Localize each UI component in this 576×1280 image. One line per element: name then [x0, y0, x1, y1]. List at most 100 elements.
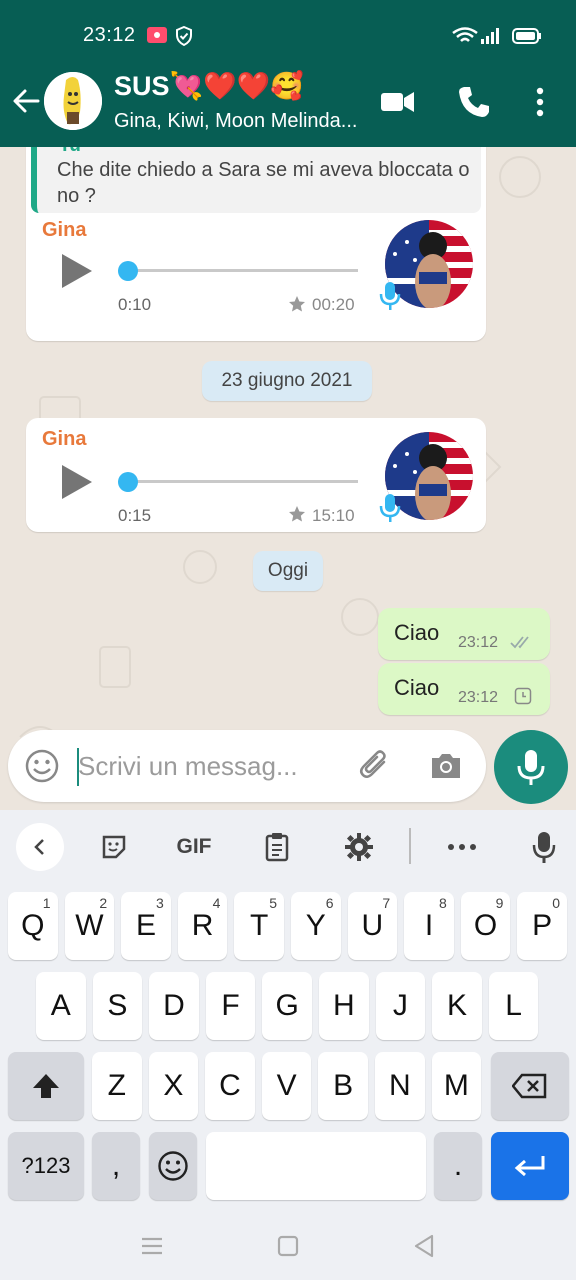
home-icon[interactable] — [274, 1232, 302, 1260]
key-m[interactable]: M — [431, 1052, 482, 1120]
sender-name: Gina — [42, 428, 87, 450]
key-v[interactable]: V — [261, 1052, 312, 1120]
key-k[interactable]: K — [432, 972, 482, 1040]
more-options-icon[interactable] — [520, 82, 560, 122]
key-t[interactable]: T5 — [234, 892, 284, 960]
mic-icon — [379, 282, 401, 310]
enter-key[interactable] — [491, 1132, 569, 1200]
shift-icon — [33, 1074, 59, 1098]
shift-key[interactable] — [8, 1052, 84, 1120]
key-y[interactable]: Y6 — [291, 892, 341, 960]
gif-button[interactable]: GIF — [170, 826, 218, 868]
key-g[interactable]: G — [262, 972, 312, 1040]
key-p[interactable]: P0 — [517, 892, 567, 960]
emoji-key[interactable] — [149, 1132, 197, 1200]
group-avatar[interactable] — [44, 72, 102, 130]
message-time: 00:20 — [312, 295, 355, 314]
key-number-hint: 8 — [438, 895, 447, 911]
key-number-hint: 6 — [325, 895, 334, 911]
voice-duration: 0:10 — [118, 295, 152, 314]
message-composer[interactable] — [8, 730, 486, 802]
key-z[interactable]: Z — [92, 1052, 142, 1120]
chat-header[interactable]: SUS💘❤️❤️🥰 Gina, Kiwi, Moon Melinda... — [0, 56, 576, 147]
message-bubble-voice-1[interactable]: Tu Che dite chiedo a Sara se mi aveva bl… — [26, 147, 486, 341]
key-s[interactable]: S — [92, 972, 143, 1040]
clock-pending-icon — [514, 687, 532, 705]
message-text: Ciao — [394, 675, 440, 700]
play-icon[interactable] — [56, 251, 96, 291]
key-number-hint: 0 — [552, 895, 560, 911]
message-bubble-voice-2[interactable]: Gina 0:15 15:10 — [26, 418, 486, 532]
period-key[interactable]: . — [434, 1132, 482, 1200]
key-n[interactable]: N — [375, 1052, 425, 1120]
group-members[interactable]: Gina, Kiwi, Moon Melinda... — [114, 110, 357, 133]
key-r[interactable]: R4 — [177, 892, 228, 960]
key-j[interactable]: J — [375, 972, 426, 1040]
key-l[interactable]: L — [488, 972, 539, 1040]
emoji-icon[interactable] — [24, 748, 60, 784]
key-d[interactable]: D — [149, 972, 199, 1040]
key-e[interactable]: E3 — [121, 892, 171, 960]
voice-progress-track[interactable] — [122, 480, 358, 483]
key-label: I — [424, 909, 434, 942]
symbols-key[interactable]: ?123 — [8, 1132, 84, 1200]
key-a[interactable]: A — [36, 972, 86, 1040]
back-icon[interactable] — [410, 1232, 438, 1260]
settings-button[interactable] — [335, 826, 383, 868]
key-b[interactable]: B — [318, 1052, 368, 1120]
sticker-button[interactable] — [90, 826, 138, 868]
key-f[interactable]: F — [205, 972, 256, 1040]
key-q[interactable]: Q1 — [8, 892, 58, 960]
key-number-hint: 4 — [212, 895, 221, 911]
key-x[interactable]: X — [148, 1052, 199, 1120]
message-bubble-out[interactable]: Ciao 23:12 — [378, 608, 550, 660]
key-h[interactable]: H — [319, 972, 369, 1040]
wifi-icon — [452, 27, 478, 42]
key-label: P — [532, 909, 553, 942]
message-input[interactable] — [78, 748, 328, 784]
voice-typing-button[interactable] — [520, 826, 568, 868]
keyboard[interactable]: G I F Q 1 W 2 E 3 R 4 T 5 Y 6 U 7 I 8 O 9 … — [0, 810, 576, 1210]
status-time: 23:12 — [83, 24, 136, 46]
message-bubble-out[interactable]: Ciao 23:12 — [378, 663, 550, 715]
camera-icon[interactable] — [428, 748, 464, 784]
star-icon — [289, 296, 305, 312]
key-number-hint: 2 — [99, 895, 108, 911]
attachment-icon[interactable] — [358, 748, 394, 784]
key-o[interactable]: O9 — [460, 892, 511, 960]
key-w[interactable]: W2 — [64, 892, 115, 960]
play-icon[interactable] — [56, 462, 96, 502]
clipboard-button[interactable] — [253, 826, 301, 868]
video-call-icon[interactable] — [378, 82, 418, 122]
enter-icon — [514, 1156, 545, 1177]
chat-area[interactable]: Tu Che dite chiedo a Sara se mi aveva bl… — [0, 147, 576, 810]
key-label: Y — [305, 909, 326, 942]
key-label: O — [473, 909, 498, 942]
key-i[interactable]: I8 — [404, 892, 454, 960]
screen-record-icon — [147, 27, 167, 43]
back-arrow-icon[interactable] — [8, 83, 44, 119]
backspace-icon — [512, 1073, 547, 1099]
chevron-left-icon — [34, 839, 44, 855]
backspace-key[interactable] — [491, 1052, 569, 1120]
voice-progress-track[interactable] — [122, 269, 358, 272]
message-time: 23:12 — [458, 634, 499, 651]
key-u[interactable]: U7 — [347, 892, 398, 960]
clipboard-icon — [265, 833, 289, 862]
signal-icon — [481, 28, 499, 44]
voice-record-button[interactable] — [494, 730, 568, 804]
voice-progress-knob[interactable] — [118, 261, 138, 281]
more-tools-button[interactable] — [438, 826, 486, 868]
comma-key[interactable]: , — [92, 1132, 140, 1200]
group-name[interactable]: SUS💘❤️❤️🥰 — [114, 70, 304, 102]
key-label: Q — [21, 909, 45, 942]
recent-apps-icon[interactable] — [138, 1232, 166, 1260]
voice-progress-knob[interactable] — [118, 472, 138, 492]
keyboard-collapse-button[interactable] — [16, 823, 64, 871]
quoted-message[interactable]: Tu Che dite chiedo a Sara se mi aveva bl… — [31, 147, 481, 213]
mic-icon — [379, 494, 401, 522]
space-key[interactable] — [206, 1132, 426, 1200]
mic-icon — [517, 750, 545, 785]
key-c[interactable]: C — [205, 1052, 255, 1120]
phone-call-icon[interactable] — [454, 82, 494, 122]
